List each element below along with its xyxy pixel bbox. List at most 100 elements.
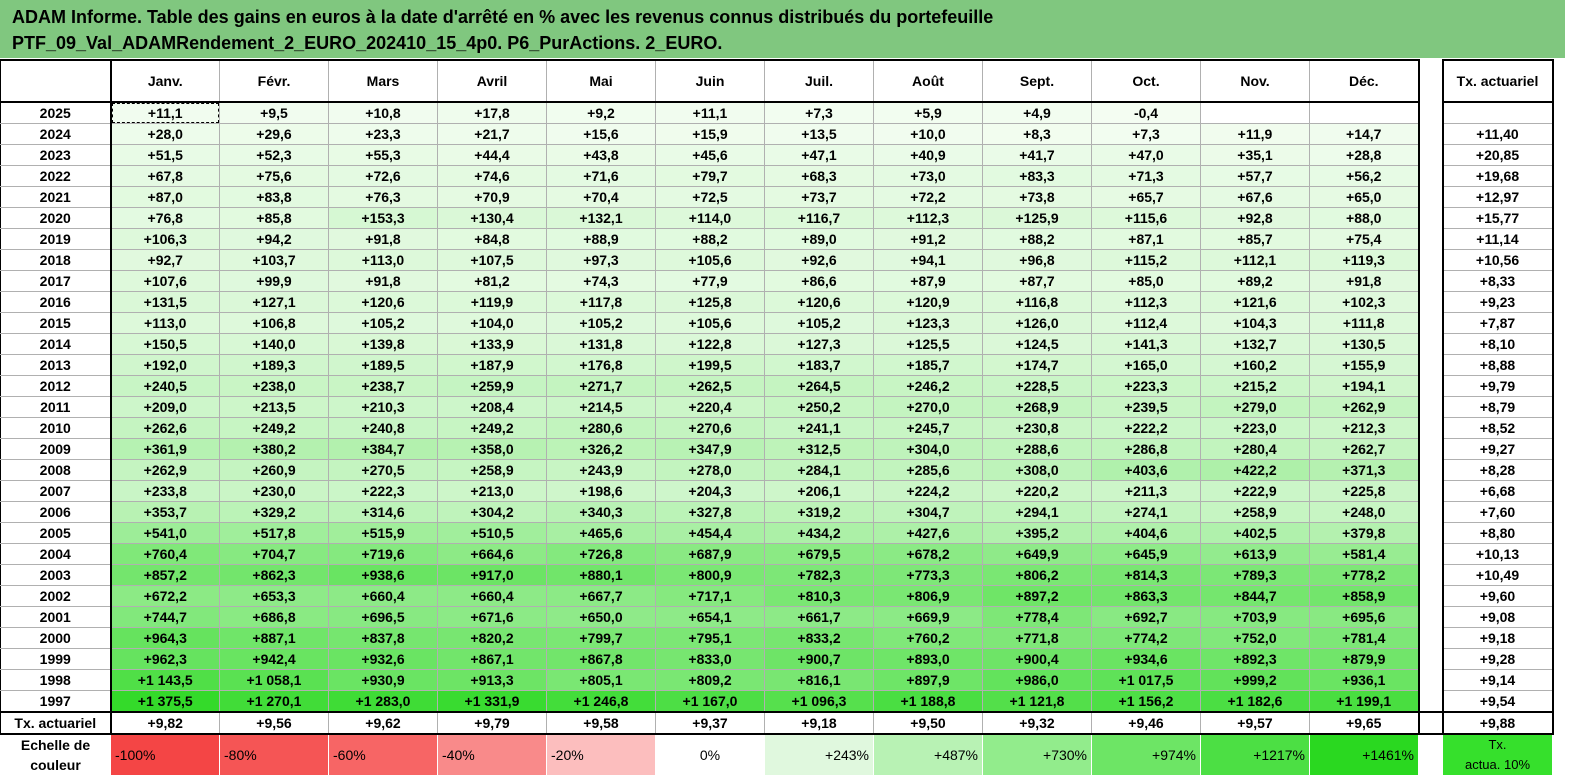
gain-cell: +258,9	[1200, 501, 1310, 523]
gain-cell: +353,7	[109, 501, 220, 523]
gain-cell: +240,8	[328, 417, 438, 439]
gain-cell: +106,8	[219, 312, 329, 334]
gain-cell: +87,9	[873, 270, 983, 292]
gain-cell: +667,7	[546, 585, 656, 607]
gain-cell: +70,4	[546, 186, 656, 208]
year-cell: 2011	[0, 396, 111, 418]
gain-cell: +279,0	[1200, 396, 1310, 418]
gain-cell: +119,3	[1309, 249, 1420, 271]
gain-cell: +304,2	[437, 501, 547, 523]
header-row: Janv. Févr. Mars Avril Mai Juin Juil. Août Sept.…	[0, 59, 1554, 103]
tx-month-cell: +9,79	[437, 711, 547, 735]
spacer	[1418, 186, 1443, 208]
gain-cell: +893,0	[873, 648, 983, 670]
tx-actuariel-cell: +10,49	[1441, 564, 1554, 586]
gain-cell: +867,8	[546, 648, 656, 670]
gain-cell: +35,1	[1200, 144, 1310, 166]
gain-cell: +11,1	[655, 101, 765, 124]
year-cell: 2004	[0, 543, 111, 565]
gain-cell: +75,6	[219, 165, 329, 187]
year-cell: 2001	[0, 606, 111, 628]
tx-month-cell: +9,56	[219, 711, 329, 735]
gain-cell: +240,5	[109, 375, 220, 397]
gain-cell: +4,9	[982, 101, 1092, 124]
gain-cell: +687,9	[655, 543, 765, 565]
gain-cell: +404,6	[1091, 522, 1201, 544]
gain-cell: +105,2	[546, 312, 656, 334]
month-header: Mai	[546, 59, 656, 103]
gain-cell: +241,1	[764, 417, 874, 439]
gain-cell: +304,0	[873, 438, 983, 460]
gain-cell: +11,9	[1200, 123, 1310, 145]
gain-cell: +913,3	[437, 669, 547, 691]
tx-actuariel-cell: +9,79	[1441, 375, 1554, 397]
gain-cell: +11,1	[109, 101, 220, 124]
gain-cell: +102,3	[1309, 291, 1420, 313]
gain-cell: +246,2	[873, 375, 983, 397]
color-scale-swatch: +730%	[982, 733, 1092, 776]
gain-cell: +21,7	[437, 123, 547, 145]
gain-cell: +308,0	[982, 459, 1092, 481]
gain-cell: +782,3	[764, 564, 874, 586]
gain-cell: +402,5	[1200, 522, 1310, 544]
gain-cell: +87,0	[109, 186, 220, 208]
month-header: Déc.	[1309, 59, 1420, 103]
month-header: Août	[873, 59, 983, 103]
tx-scale-line1: Tx.	[1488, 737, 1507, 752]
gain-cell: +74,3	[546, 270, 656, 292]
spacer	[1418, 564, 1443, 586]
table-row: 2023 +51,5 +52,3 +55,3 +44,4 +43,8 +45,6 +47,1 +…	[0, 144, 1554, 166]
color-scale-swatch: -80%	[219, 733, 329, 776]
gain-cell: +73,7	[764, 186, 874, 208]
table-row: 1998 +1 143,5 +1 058,1 +930,9 +913,3 +805,1 +8…	[0, 669, 1554, 691]
tx-actuariel-cell: +8,88	[1441, 354, 1554, 376]
tx-actuariel-cell: +9,08	[1441, 606, 1554, 628]
spacer	[1418, 459, 1443, 481]
color-scale-swatch: +487%	[873, 733, 983, 776]
tx-month-cell: +9,57	[1200, 711, 1310, 735]
color-scale-swatch: -20%	[546, 733, 656, 776]
gain-cell: +262,5	[655, 375, 765, 397]
tx-actuariel-cell: +9,18	[1441, 627, 1554, 649]
gain-cell: +645,9	[1091, 543, 1201, 565]
gain-cell: +726,8	[546, 543, 656, 565]
gain-cell: +185,7	[873, 354, 983, 376]
gain-cell: +238,0	[219, 375, 329, 397]
gain-cell: +111,8	[1309, 312, 1420, 334]
gain-cell: +778,4	[982, 606, 1092, 628]
gain-cell: +799,7	[546, 627, 656, 649]
gain-cell: +760,4	[109, 543, 220, 565]
gain-cell: +653,3	[219, 585, 329, 607]
gain-cell: +326,2	[546, 438, 656, 460]
table-row: 2005 +541,0 +517,8 +515,9 +510,5 +465,6 +454,4…	[0, 522, 1554, 544]
year-cell: 2007	[0, 480, 111, 502]
gain-cell: +259,9	[437, 375, 547, 397]
gain-cell: +262,9	[1309, 396, 1420, 418]
gain-cell: +917,0	[437, 564, 547, 586]
gain-cell: +686,8	[219, 606, 329, 628]
tx-month-cell: +9,82	[109, 711, 220, 735]
table-row: 2017 +107,6 +99,9 +91,8 +81,2 +74,3 +77,9 +86,6…	[0, 270, 1554, 292]
gain-cell: +938,6	[328, 564, 438, 586]
gain-cell: +719,6	[328, 543, 438, 565]
gain-cell: +867,1	[437, 648, 547, 670]
gain-cell: +9,5	[219, 101, 329, 124]
gain-cell: +744,7	[109, 606, 220, 628]
gain-cell: +358,0	[437, 438, 547, 460]
year-cell: 2025	[0, 101, 111, 124]
scale-label-line1: Echelle de	[20, 737, 91, 753]
gain-cell: +47,0	[1091, 144, 1201, 166]
gain-cell: +214,5	[546, 396, 656, 418]
gain-cell: +260,9	[219, 459, 329, 481]
spacer	[1418, 606, 1443, 628]
year-cell: 2013	[0, 354, 111, 376]
month-header: Juin	[655, 59, 765, 103]
tx-actuariel-cell: +15,77	[1441, 207, 1554, 229]
gain-cell: +515,9	[328, 522, 438, 544]
gain-cell: +105,2	[764, 312, 874, 334]
gain-cell: +125,8	[655, 291, 765, 313]
year-cell: 2009	[0, 438, 111, 460]
spacer	[1418, 480, 1443, 502]
gain-cell: +671,6	[437, 606, 547, 628]
gain-cell: +183,7	[764, 354, 874, 376]
